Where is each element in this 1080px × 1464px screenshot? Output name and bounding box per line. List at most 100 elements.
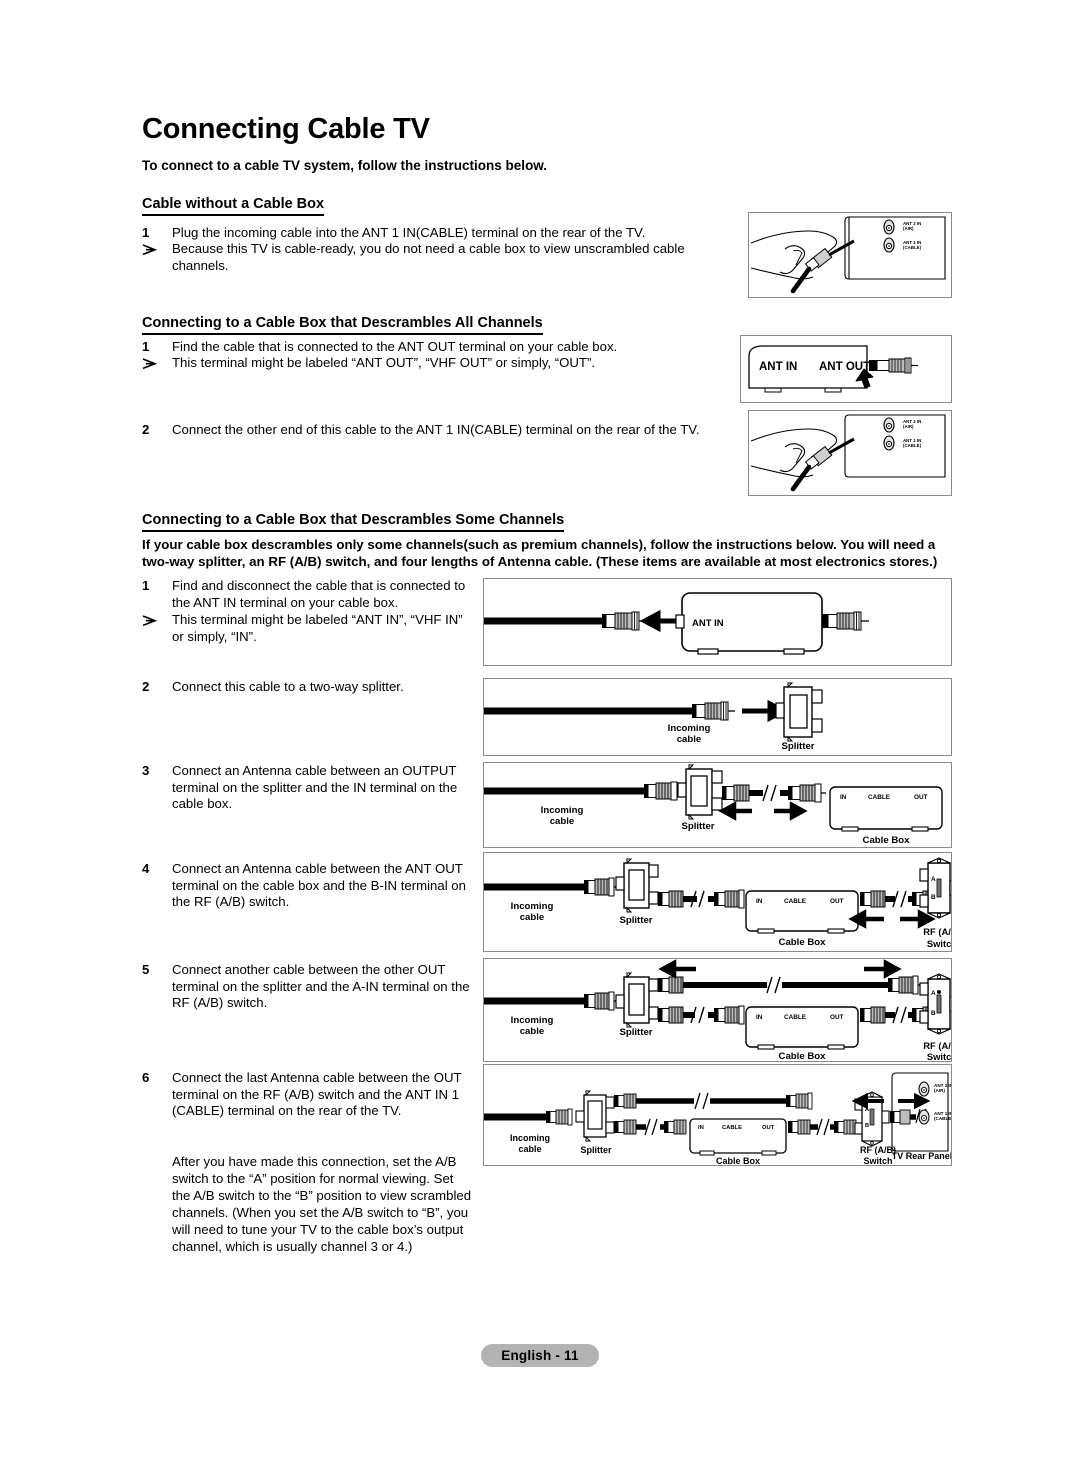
svg-text:(AIR): (AIR) (903, 424, 914, 429)
svg-text:Switch: Switch (927, 1051, 951, 1061)
diagram-step1-disconnect: ANT IN (483, 578, 952, 666)
svg-text:IN: IN (756, 1014, 763, 1021)
diagram-tv-rear-hand-2: ANT 2 IN (AIR) ANT 1 IN (CABLE) (748, 410, 952, 496)
svg-text:B: B (931, 1010, 936, 1017)
label-out: OUT (914, 794, 928, 801)
arrow-bullet-icon (142, 358, 158, 375)
label-incoming-2: cable (677, 734, 702, 745)
step-marker: 5 (142, 962, 150, 977)
diagram-step2-splitter: Incoming cable Splitter (483, 678, 952, 756)
step-marker: 2 (142, 679, 150, 694)
step-text: This terminal might be labeled “ANT IN”,… (172, 612, 463, 644)
label-ant2-sub: (AIR) (903, 226, 914, 231)
page-lead-text: To connect to a cable TV system, follow … (142, 158, 548, 173)
svg-text:Splitter: Splitter (580, 1145, 612, 1155)
step-s3-1: 1 Find and disconnect the cable that is … (142, 578, 472, 611)
step-s3-6: 5 Connect another cable between the othe… (142, 962, 477, 1012)
diagram-step5-second-cable: Incoming cable Splitter IN CABLE OUT Cab… (483, 958, 952, 1062)
svg-text:Switch: Switch (863, 1156, 892, 1165)
svg-text:Splitter: Splitter (681, 821, 714, 832)
label-ant1-sub: (CABLE) (903, 245, 922, 250)
step-text: Connect this cable to a two-way splitter… (172, 679, 404, 694)
label-in: IN (840, 794, 847, 801)
step-s2-1: 1 Find the cable that is connected to th… (142, 339, 742, 356)
svg-text:cable: cable (550, 816, 575, 827)
diagram-step6-tv-rear-panel: Incoming cable Splitter IN CABLE OUT Cab… (483, 1064, 952, 1166)
svg-text:Cable Box: Cable Box (779, 1051, 827, 1061)
step-text: Find and disconnect the cable that is co… (172, 578, 466, 610)
diagram-cable-box-ant-out: ANT IN ANT OUT (740, 335, 952, 403)
svg-text:(AIR): (AIR) (934, 1088, 945, 1093)
svg-text:RF (A/B): RF (A/B) (923, 1040, 951, 1051)
label-incoming-1: Incoming (668, 723, 711, 734)
section-heading-descrambles-some: Connecting to a Cable Box that Descrambl… (142, 512, 565, 532)
label-switch-b: B (931, 894, 936, 901)
step-marker: 3 (142, 763, 150, 778)
diagram-tv-rear-hand-1: ANT 2 IN (AIR) ANT 1 IN (CABLE) (748, 212, 952, 298)
svg-text:B: B (865, 1123, 869, 1129)
label-ant-in: ANT IN (692, 618, 724, 629)
step-marker: 6 (142, 1070, 150, 1085)
svg-text:(CABLE): (CABLE) (903, 443, 922, 448)
svg-text:cable: cable (518, 1144, 541, 1154)
page-title: Connecting Cable TV (142, 113, 430, 145)
svg-text:RF (A/B): RF (A/B) (860, 1145, 896, 1155)
label-ant-in: ANT IN (759, 361, 797, 373)
svg-text:IN: IN (756, 898, 763, 905)
step-text: Connect an Antenna cable between the ANT… (172, 861, 466, 910)
label-tv-rear-panel: TV Rear Panel (892, 1151, 951, 1161)
step-text: Connect another cable between the other … (172, 962, 470, 1011)
step-marker: 2 (142, 422, 150, 437)
section-intro-paragraph: If your cable box descrambles only some … (142, 537, 938, 569)
arrow-bullet-icon (142, 615, 158, 632)
step-marker: 1 (142, 339, 150, 354)
step-marker: 1 (142, 225, 150, 240)
step-s3-2: This terminal might be labeled “ANT IN”,… (142, 612, 472, 645)
arrow-bullet-icon (142, 244, 158, 261)
svg-text:Cable Box: Cable Box (716, 1156, 760, 1165)
svg-text:OUT: OUT (830, 1014, 844, 1021)
svg-text:cable: cable (520, 1026, 545, 1037)
label-rf-2: Switch (927, 938, 951, 949)
step-text: Connect the last Antenna cable between t… (172, 1070, 462, 1119)
svg-text:Incoming: Incoming (541, 805, 584, 816)
step-marker: 1 (142, 578, 150, 593)
step-s3-5: 4 Connect an Antenna cable between the A… (142, 861, 477, 911)
closing-paragraph: After you have made this connection, set… (172, 1154, 472, 1254)
step-text: Connect an Antenna cable between an OUTP… (172, 763, 458, 812)
step-s2-2: This terminal might be labeled “ANT OUT”… (142, 355, 742, 372)
label-rf-1: RF (A/B) (923, 926, 951, 937)
diagram-step4-rf-switch: Incoming cable Splitter IN CABLE OUT Cab… (483, 852, 952, 952)
step-text: Find the cable that is connected to the … (172, 339, 618, 354)
svg-text:Incoming: Incoming (511, 901, 554, 912)
step-s1-1: 1 Plug the incoming cable into the ANT 1… (142, 225, 742, 242)
svg-text:A: A (931, 990, 936, 997)
svg-text:OUT: OUT (762, 1125, 775, 1131)
svg-text:Splitter: Splitter (619, 915, 652, 926)
step-text: Plug the incoming cable into the ANT 1 I… (172, 225, 646, 240)
svg-text:cable: cable (520, 912, 545, 923)
label-cable: CABLE (868, 794, 891, 801)
page-footer-label: English - 11 (481, 1344, 599, 1367)
step-text: Because this TV is cable-ready, you do n… (172, 241, 685, 273)
step-s3-4: 3 Connect an Antenna cable between an OU… (142, 763, 477, 813)
step-marker: 4 (142, 861, 150, 876)
step-s3-7: 6 Connect the last Antenna cable between… (142, 1070, 477, 1120)
svg-text:Splitter: Splitter (619, 1027, 652, 1038)
svg-text:OUT: OUT (830, 898, 844, 905)
svg-text:Cable Box: Cable Box (779, 937, 827, 948)
step-text: This terminal might be labeled “ANT OUT”… (172, 355, 596, 370)
svg-text:Incoming: Incoming (511, 1015, 554, 1026)
svg-text:CABLE: CABLE (722, 1125, 742, 1131)
svg-text:CABLE: CABLE (784, 898, 807, 905)
section-heading-descrambles-all: Connecting to a Cable Box that Descrambl… (142, 315, 543, 335)
svg-text:CABLE: CABLE (784, 1014, 807, 1021)
svg-text:Incoming: Incoming (510, 1133, 550, 1143)
step-s2-3: 2 Connect the other end of this cable to… (142, 422, 742, 439)
label-cable-box: Cable Box (863, 835, 911, 846)
step-text: Connect the other end of this cable to t… (172, 422, 700, 437)
label-splitter: Splitter (781, 741, 814, 752)
svg-text:(CABLE): (CABLE) (934, 1116, 951, 1121)
step-s3-3: 2 Connect this cable to a two-way splitt… (142, 679, 472, 696)
manual-page: Connecting Cable TV To connect to a cabl… (0, 0, 1080, 1464)
